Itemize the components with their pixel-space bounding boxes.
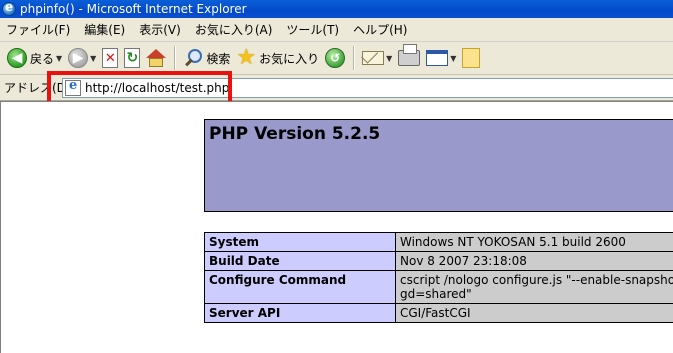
mail-button[interactable]: ▼	[359, 44, 395, 72]
refresh-icon: ↻	[124, 48, 141, 68]
address-label: アドレス(D)	[4, 81, 71, 95]
row-key: Build Date	[204, 251, 396, 271]
menu-help[interactable]: ヘルプ(H)	[353, 21, 407, 38]
menu-favorites[interactable]: お気に入り(A)	[195, 21, 273, 38]
history-button[interactable]: ↺	[322, 44, 348, 72]
stop-button[interactable]: ✕	[99, 44, 121, 72]
chevron-down-icon[interactable]: ▼	[386, 54, 392, 63]
address-bar: アドレス(D)	[0, 75, 673, 101]
favorites-label: お気に入り	[259, 51, 320, 66]
print-icon	[398, 44, 421, 66]
edit-button[interactable]: ▼	[423, 44, 459, 72]
back-button[interactable]: ◀ 戻る ▼	[4, 44, 65, 72]
page-title: PHP Version 5.2.5	[209, 124, 381, 144]
row-key-text: Configure Command	[209, 273, 347, 287]
php-version-header: PHP Version 5.2.5	[204, 119, 673, 212]
row-value: Nov 8 2007 23:18:08	[395, 251, 673, 271]
edit-icon	[426, 50, 449, 66]
ie-icon	[2, 0, 16, 16]
menu-file[interactable]: ファイル(F)	[6, 21, 70, 38]
menu-bar: ファイル(F) 編集(E) 表示(V) お気に入り(A) ツール(T) ヘルプ(…	[0, 18, 673, 42]
info-table: System Windows NT YOKOSAN 5.1 build 2600…	[204, 232, 673, 323]
table-row: System Windows NT YOKOSAN 5.1 build 2600	[204, 232, 673, 252]
row-value-line: cscript /nologo configure.js "--enable-s…	[400, 273, 673, 287]
refresh-button[interactable]: ↻	[121, 44, 143, 72]
favorites-star-icon: ★	[236, 45, 257, 70]
back-icon: ◀	[7, 48, 27, 68]
mail-icon	[362, 51, 385, 65]
chevron-down-icon[interactable]: ▼	[56, 54, 62, 63]
back-label: 戻る	[30, 51, 55, 66]
menu-tools[interactable]: ツール(T)	[286, 21, 339, 38]
row-value-line: gd=shared"	[400, 287, 472, 301]
table-row: Build Date Nov 8 2007 23:18:08	[204, 251, 673, 271]
toolbar: ◀ 戻る ▼ ▶ ▼ ✕ ↻ 検索 ★ お気に入り ↺ ▼ ▼	[0, 42, 673, 75]
address-input[interactable]	[85, 81, 625, 95]
forward-icon: ▶	[68, 48, 89, 68]
row-value: CGI/FastCGI	[395, 303, 673, 323]
forward-button[interactable]: ▶ ▼	[65, 44, 99, 72]
window-title: phpinfo() - Microsoft Internet Explorer	[20, 2, 247, 16]
search-label: 検索	[206, 51, 231, 66]
row-value: Windows NT YOKOSAN 5.1 build 2600	[395, 232, 673, 252]
toolbar-separator	[174, 46, 176, 70]
note-button[interactable]	[459, 44, 483, 72]
row-key: Server API	[204, 303, 396, 323]
chevron-down-icon[interactable]: ▼	[450, 54, 456, 63]
table-row: Configure Command cscript /nologo config…	[204, 270, 673, 304]
row-key: System	[204, 232, 396, 252]
table-row: Server API CGI/FastCGI	[204, 303, 673, 323]
address-field[interactable]	[62, 78, 673, 98]
history-icon: ↺	[325, 48, 346, 68]
menu-edit[interactable]: 編集(E)	[84, 21, 125, 38]
row-value: cscript /nologo configure.js "--enable-s…	[395, 270, 673, 304]
favorites-button[interactable]: ★ お気に入り	[233, 44, 322, 72]
row-key: Configure Command	[204, 270, 396, 304]
search-button[interactable]: 検索	[180, 44, 233, 72]
page-content: PHP Version 5.2.5 System Windows NT YOKO…	[0, 101, 673, 353]
chevron-down-icon[interactable]: ▼	[90, 54, 96, 63]
print-button[interactable]	[395, 44, 423, 72]
home-button[interactable]	[143, 44, 169, 72]
note-icon	[462, 48, 481, 68]
page-icon	[65, 78, 81, 96]
home-icon	[146, 49, 167, 67]
stop-icon: ✕	[102, 48, 119, 68]
menu-view[interactable]: 表示(V)	[139, 21, 181, 38]
title-bar: phpinfo() - Microsoft Internet Explorer	[0, 0, 673, 18]
search-icon	[183, 48, 203, 68]
toolbar-separator	[353, 46, 355, 70]
